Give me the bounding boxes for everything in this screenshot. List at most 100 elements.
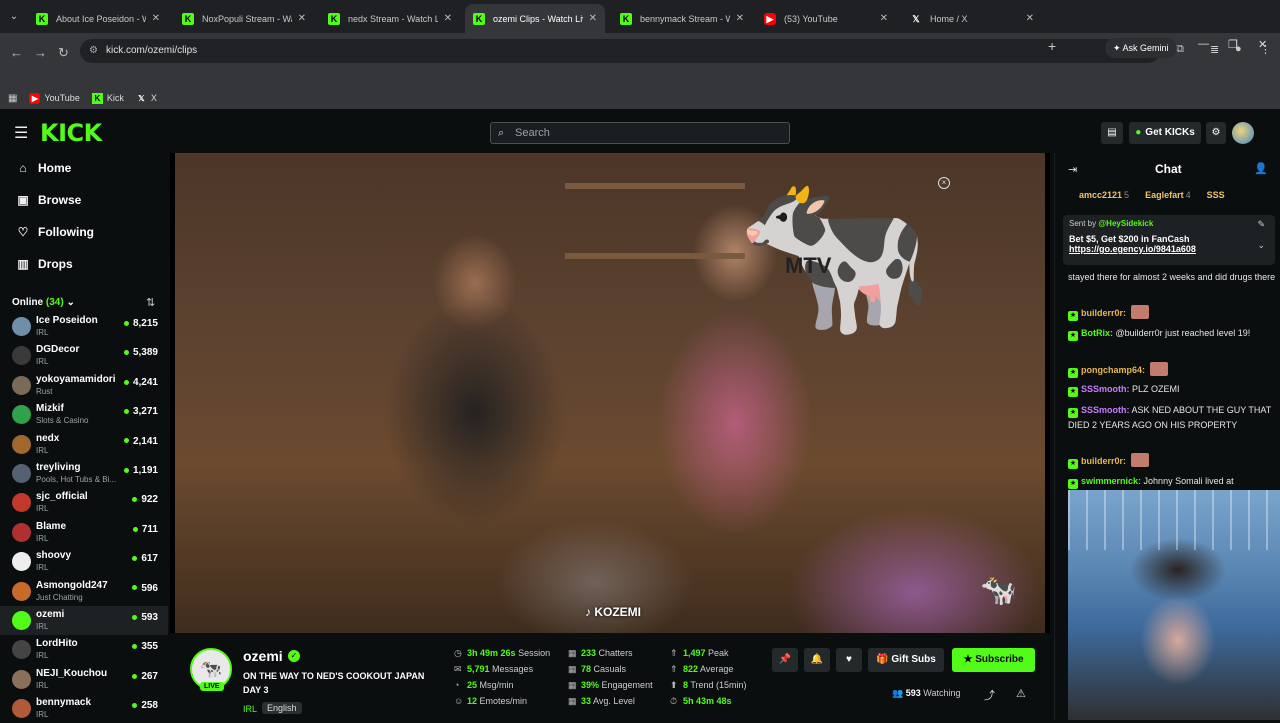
trend-icon: ⬆ — [670, 680, 678, 690]
gift-leaderboard[interactable]: amcc2121 5 Eaglefart 4 SSS — [1079, 190, 1243, 200]
sidebar-item-drops[interactable]: ▥ Drops — [16, 257, 72, 271]
streamer-name[interactable]: ozemi — [243, 648, 283, 664]
browser-tab[interactable]: ▶ (53) YouTube ✕ — [756, 4, 896, 33]
channel-name: treyliving — [36, 462, 81, 473]
address-bar[interactable]: ⚙ kick.com/ozemi/clips ☆ — [80, 39, 1160, 63]
kick-logo[interactable]: KICK — [40, 119, 102, 147]
stat-trend: ⬆ 8 Trend (15min) — [670, 680, 747, 691]
maximize-icon[interactable]: ❐ — [1228, 38, 1238, 51]
channel-row[interactable]: Blame IRL 711 — [0, 518, 168, 547]
channel-row[interactable]: DGDecor IRL 5,389 — [0, 341, 168, 370]
chat-username[interactable]: pongchamp64: — [1081, 365, 1145, 375]
browser-tab[interactable]: Knedx Stream - Watch Live o ✕ — [320, 4, 460, 33]
tab-search-chevron-icon[interactable]: ⌄ — [6, 9, 22, 25]
channel-row[interactable]: Mizkif Slots & Casino 3,271 — [0, 400, 168, 429]
forward-icon[interactable]: → — [34, 45, 47, 60]
site-info-icon[interactable]: ⚙ — [89, 39, 98, 63]
channel-row[interactable]: Asmongold247 Just Chatting 596 — [0, 577, 168, 606]
chat-text: @builderr0r just reached level 19! — [1115, 328, 1251, 338]
close-tab-icon[interactable]: ✕ — [589, 13, 597, 24]
stat-label: Chatters — [598, 648, 633, 658]
apps-grid-icon[interactable]: ▦ — [8, 93, 17, 104]
channel-name: NEJI_Kouchou — [36, 667, 108, 679]
chat-username[interactable]: BotRix: — [1081, 328, 1113, 338]
chat-username[interactable]: swimmernick: — [1081, 476, 1141, 486]
online-header[interactable]: Online (34) ⌄ — [12, 297, 75, 308]
heart-icon[interactable]: ♥ — [836, 648, 862, 672]
close-tab-icon[interactable]: ✕ — [298, 13, 306, 24]
report-icon[interactable]: ⚠ — [1016, 687, 1026, 700]
channel-row[interactable]: nedx IRL 2,141 — [0, 430, 168, 459]
subscribe-button[interactable]: ★ Subscribe — [952, 648, 1035, 672]
extensions-icon[interactable]: ⧉ — [1176, 43, 1184, 56]
user-avatar[interactable] — [1232, 122, 1254, 144]
pin-icon[interactable]: ✎ — [1257, 219, 1265, 230]
close-tab-icon[interactable]: ✕ — [444, 13, 452, 24]
browser-tab[interactable]: Kozemi Clips - Watch Live o ✕ — [465, 4, 605, 33]
chat-username[interactable]: builderr0r: — [1081, 456, 1126, 466]
channel-avatar — [12, 375, 31, 395]
chat-users-icon[interactable]: 👤 — [1254, 162, 1268, 175]
channel-row[interactable]: NEJI_Kouchou IRL 267 — [0, 665, 168, 694]
channel-row[interactable]: yokoyamamidori Rust 4,241 — [0, 371, 168, 400]
close-icon[interactable]: × — [938, 177, 950, 189]
bookmark-youtube[interactable]: ▶ YouTube — [29, 92, 80, 104]
share-icon[interactable]: ⤴ — [984, 687, 995, 703]
close-tab-icon[interactable]: ✕ — [152, 13, 160, 24]
language-tag[interactable]: English — [262, 702, 302, 714]
category-link[interactable]: IRL — [243, 704, 257, 714]
channel-row[interactable]: bennymack IRL 258 — [0, 694, 168, 723]
chat-text: PLZ OZEMI — [1132, 384, 1180, 394]
media-icon[interactable]: ≣ — [1210, 43, 1219, 56]
menu-icon[interactable]: ☰ — [14, 123, 28, 143]
close-tab-icon[interactable]: ✕ — [880, 13, 888, 24]
sidebar-item-browse[interactable]: ▣ Browse — [16, 193, 81, 207]
close-tab-icon[interactable]: ✕ — [736, 13, 744, 24]
chat-username[interactable]: SSSmooth: — [1081, 405, 1130, 415]
sidebar-item-home[interactable]: ⌂ Home — [16, 161, 71, 175]
gift-subs-button[interactable]: 🎁 Gift Subs — [868, 648, 944, 672]
sidebar-item-following[interactable]: ♡ Following — [16, 225, 94, 239]
search-input[interactable]: ⌕ Search — [490, 122, 790, 144]
bookmark-x[interactable]: 𝕏X — [136, 93, 157, 104]
close-window-icon[interactable]: ✕ — [1258, 38, 1267, 51]
clock-icon: ◷ — [454, 648, 462, 658]
browser-tab[interactable]: 𝕏 Home / X ✕ — [902, 4, 1042, 33]
pinned-message[interactable]: Sent by @HeySidekick Bet $5, Get $200 in… — [1063, 215, 1275, 265]
get-kicks-button[interactable]: ● Get KICKs — [1129, 122, 1201, 144]
new-tab-button[interactable]: + — [1048, 38, 1056, 54]
library-icon[interactable]: ▤ — [1101, 122, 1123, 144]
close-tab-icon[interactable]: ✕ — [1026, 13, 1034, 24]
channel-row[interactable]: LordHito IRL 355 — [0, 635, 168, 664]
ask-gemini-button[interactable]: ✦ Ask Gemini — [1105, 38, 1177, 58]
chat-message: ★ BotRix: @builderr0r just reached level … — [1068, 326, 1276, 341]
browser-tab[interactable]: K About Ice Poseidon - W ✕ — [28, 4, 168, 33]
bell-icon[interactable]: 🔔 — [804, 648, 830, 672]
reload-icon[interactable]: ↻ — [58, 45, 69, 61]
sort-icon[interactable]: ⇅ — [146, 296, 155, 309]
pinned-link[interactable]: https://go.egency.io/9841a608 — [1069, 244, 1269, 254]
browser-tab[interactable]: Kbennymack Stream - Watch ✕ — [612, 4, 752, 33]
video-player[interactable]: 🐄 MTV × ♪ KOZEMI 🐄 — [170, 153, 1050, 633]
leaderboard-entry[interactable]: SSS — [1207, 190, 1235, 200]
leaderboard-entry[interactable]: amcc2121 5 — [1079, 190, 1137, 200]
leaderboard-entry[interactable]: Eaglefart 4 — [1145, 190, 1199, 200]
chevron-down-icon[interactable]: ⌄ — [1257, 240, 1265, 251]
collapse-chat-icon[interactable]: ⇥ — [1068, 163, 1077, 176]
channel-row[interactable]: sjc_official IRL 922 — [0, 488, 168, 517]
chat-username[interactable]: SSSmooth: — [1081, 384, 1130, 394]
channel-row[interactable]: treyliving Pools, Hot Tubs & Bi... 1,191 — [0, 459, 168, 488]
bookmark-kick[interactable]: K Kick — [91, 92, 124, 104]
browser-tab[interactable]: K NoxPopuli Stream - Watch ✕ — [174, 4, 314, 33]
channel-row[interactable]: Ice Poseidon IRL 8,215 — [0, 312, 168, 341]
settings-gear-icon[interactable]: ⚙ — [1206, 122, 1226, 144]
chat-username[interactable]: builderr0r: — [1081, 308, 1126, 318]
channel-row[interactable]: ozemi IRL 593 — [0, 606, 168, 635]
channel-row[interactable]: shoovy IRL 617 — [0, 547, 168, 576]
back-icon[interactable]: ← — [10, 45, 23, 60]
channel-avatar — [12, 522, 31, 542]
minimize-icon[interactable]: — — [1198, 38, 1209, 50]
kick-favicon-icon: K — [473, 12, 485, 25]
kick-favicon-icon: K — [182, 12, 194, 25]
pin-icon[interactable]: 📌 — [772, 648, 798, 672]
